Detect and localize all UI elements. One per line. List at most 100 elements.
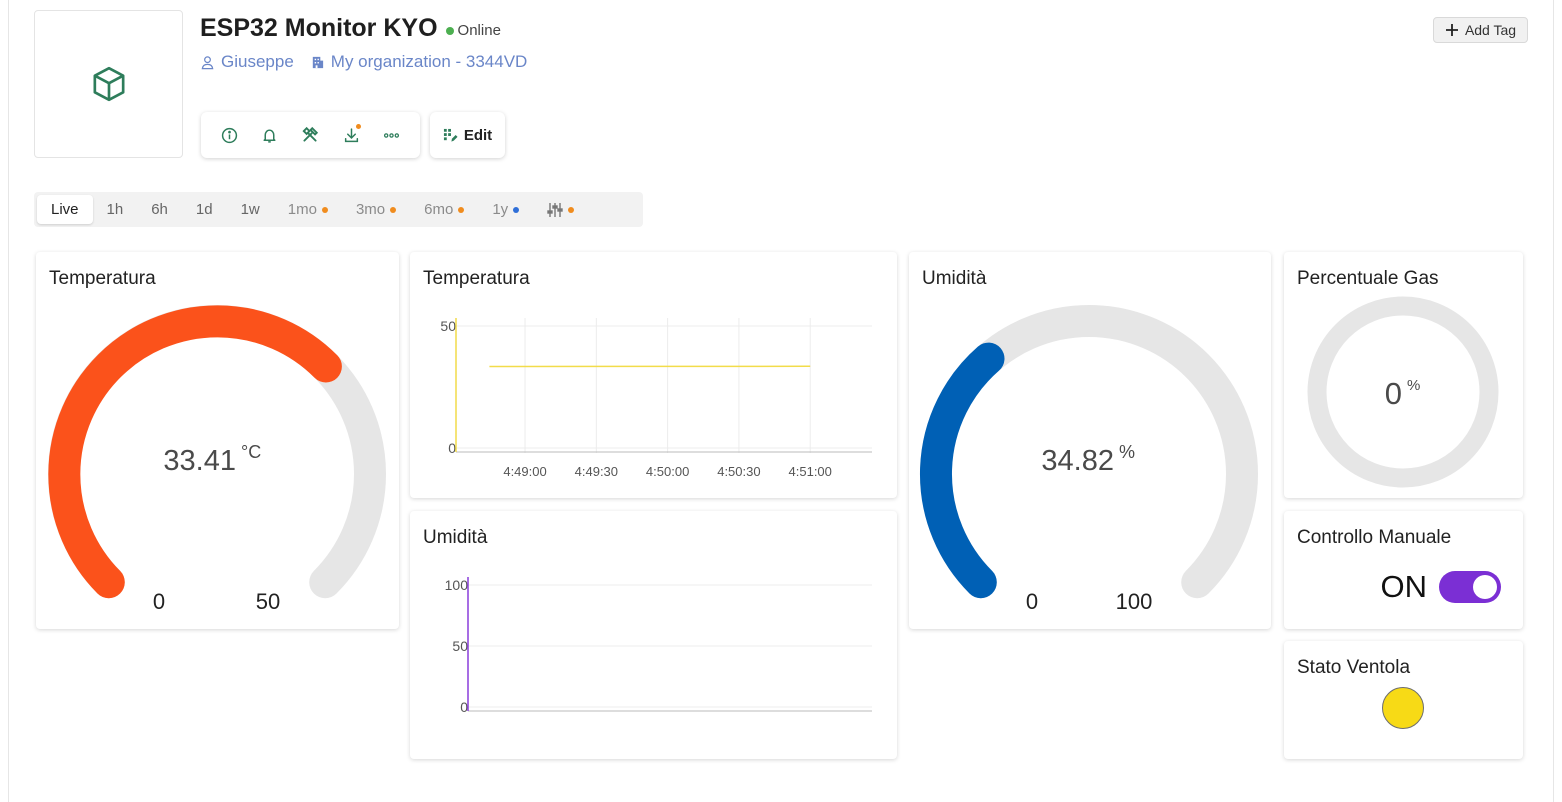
range-option-1y[interactable]: 1y	[478, 195, 533, 224]
range-option-1h[interactable]: 1h	[93, 195, 138, 224]
temperature-gauge: 33.41 °C 0 50	[48, 305, 386, 614]
meta-row: Giuseppe My organization - 3344VD	[200, 52, 527, 72]
range-option-label: 1y	[492, 201, 509, 218]
temperature-value: 33.41	[163, 445, 236, 477]
range-option-1w[interactable]: 1w	[227, 195, 274, 224]
humidity-gauge: 34.82 % 0 100	[919, 305, 1258, 614]
temperature-unit: °C	[241, 442, 261, 462]
custom-range-button[interactable]	[533, 195, 588, 224]
add-tag-button[interactable]: Add Tag	[1433, 17, 1528, 43]
gauge-min-label: 0	[1026, 589, 1038, 614]
range-option-label: 6mo	[424, 201, 454, 218]
premium-dot	[568, 206, 575, 213]
alerts-button[interactable]	[255, 120, 285, 150]
download-button[interactable]	[336, 120, 366, 150]
gauge-fill	[919, 342, 1005, 599]
fan-status-title: Stato Ventola	[1297, 657, 1411, 678]
settings-button[interactable]	[295, 120, 325, 150]
x-tick-label: 4:51:00	[789, 464, 832, 479]
gauge-max-label: 50	[256, 589, 280, 614]
more-icon	[384, 132, 400, 138]
temperature-line-chart: 50 0 4:49:00 4:49:30 4:50:00 4:50:30 4:51:00	[440, 318, 872, 479]
gauge-min-label: 0	[153, 589, 165, 614]
x-tick-label: 4:50:30	[717, 464, 760, 479]
left-border	[8, 0, 9, 802]
owner-link[interactable]: Giuseppe	[200, 52, 294, 72]
building-icon	[312, 56, 323, 68]
premium-dot	[458, 206, 465, 213]
y-tick-label: 0	[448, 440, 456, 456]
gas-value: 0	[1385, 376, 1402, 411]
gas-unit: %	[1407, 377, 1420, 394]
y-tick-label: 0	[460, 699, 468, 715]
more-button[interactable]	[377, 120, 407, 150]
humidity-line-chart: 1005004:46 PM4:47 PM4:48 PM4:49 PM4:50 P…	[445, 577, 872, 715]
gas-percentage-card: Percentuale Gas 0 %	[1284, 252, 1523, 498]
range-option-label: 6h	[151, 201, 168, 218]
fan-status-led	[1382, 687, 1424, 729]
humidity-chart-card: Umidità 1005004:46 PM4:47 PM4:48 PM4:49 …	[410, 511, 897, 759]
y-tick-label: 100	[445, 577, 469, 593]
x-tick-label: 4:49:30	[575, 464, 618, 479]
download-icon	[344, 127, 358, 142]
sliders-icon	[547, 202, 563, 217]
x-tick-label: 4:49:00	[503, 464, 546, 479]
humidity-gauge-card: Umidità 34.82 % 0 100	[909, 252, 1271, 629]
range-option-6mo[interactable]: 6mo	[410, 195, 478, 224]
online-dot-icon	[445, 26, 454, 35]
edit-label: Edit	[463, 126, 493, 144]
manual-control-title: Controllo Manuale	[1297, 527, 1452, 548]
fan-status-card: Stato Ventola	[1284, 641, 1523, 759]
temperature-gauge-card: Temperatura 33.41 °C 0 50	[36, 252, 399, 629]
organization-name: My organization - 3344VD	[330, 52, 528, 71]
status-badge: Online	[445, 22, 501, 39]
time-range-selector: Live 1h 6h 1d 1w 1mo 3mo 6mo 1y	[34, 192, 643, 227]
bell-icon	[263, 128, 276, 143]
tools-icon	[302, 126, 319, 142]
right-border	[1553, 0, 1554, 802]
status-text: Online	[457, 22, 501, 39]
premium-dot	[513, 206, 520, 213]
range-option-1mo[interactable]: 1mo	[274, 195, 342, 224]
gauge-max-label: 100	[1116, 589, 1153, 614]
info-button[interactable]	[214, 120, 244, 150]
temperature-chart-card: Temperatura 50 0 4:49:00 4:49:30 4:50:00 4:50…	[410, 252, 897, 498]
y-tick-label: 50	[452, 638, 468, 654]
switch-knob	[1473, 575, 1497, 599]
x-tick-label: 4:50:00	[646, 464, 689, 479]
owner-name: Giuseppe	[221, 52, 294, 71]
range-option-6h[interactable]: 6h	[137, 195, 182, 224]
manual-toggle-row: ON	[1380, 569, 1501, 605]
range-option-label: 3mo	[355, 201, 386, 218]
edit-layout-icon	[443, 128, 458, 142]
manual-control-card: Controllo Manuale ON	[1284, 511, 1523, 629]
add-tag-label: Add Tag	[1464, 22, 1517, 38]
cube-icon	[93, 66, 124, 102]
manual-switch[interactable]	[1439, 571, 1501, 603]
organization-link[interactable]: My organization - 3344VD	[310, 52, 528, 72]
range-option-3mo[interactable]: 3mo	[342, 195, 410, 224]
thing-toolbar	[201, 112, 420, 158]
range-option-label: 1mo	[287, 201, 317, 218]
gas-ring-gauge: 0 %	[1307, 296, 1499, 488]
info-icon	[221, 127, 237, 143]
humidity-unit: %	[1119, 442, 1135, 462]
range-option-label: Live	[51, 201, 79, 218]
range-option-1d[interactable]: 1d	[182, 195, 227, 224]
premium-dot	[321, 206, 328, 213]
toggle-state-label: ON	[1380, 569, 1428, 604]
range-option-label: 1h	[106, 201, 124, 218]
range-option-label: 1w	[240, 201, 260, 218]
range-option-live[interactable]: Live	[37, 195, 93, 224]
plus-icon	[1445, 24, 1458, 36]
page-title: ESP32 Monitor KYO	[200, 14, 438, 42]
notification-dot	[356, 124, 362, 129]
thing-avatar	[34, 10, 183, 158]
user-icon	[201, 55, 214, 69]
range-option-label: 1d	[195, 201, 213, 218]
y-tick-label: 50	[440, 318, 456, 334]
title-row: ESP32 Monitor KYO Online	[200, 14, 501, 43]
edit-button[interactable]: Edit	[430, 112, 505, 158]
premium-dot	[390, 206, 397, 213]
humidity-value: 34.82	[1041, 445, 1114, 477]
